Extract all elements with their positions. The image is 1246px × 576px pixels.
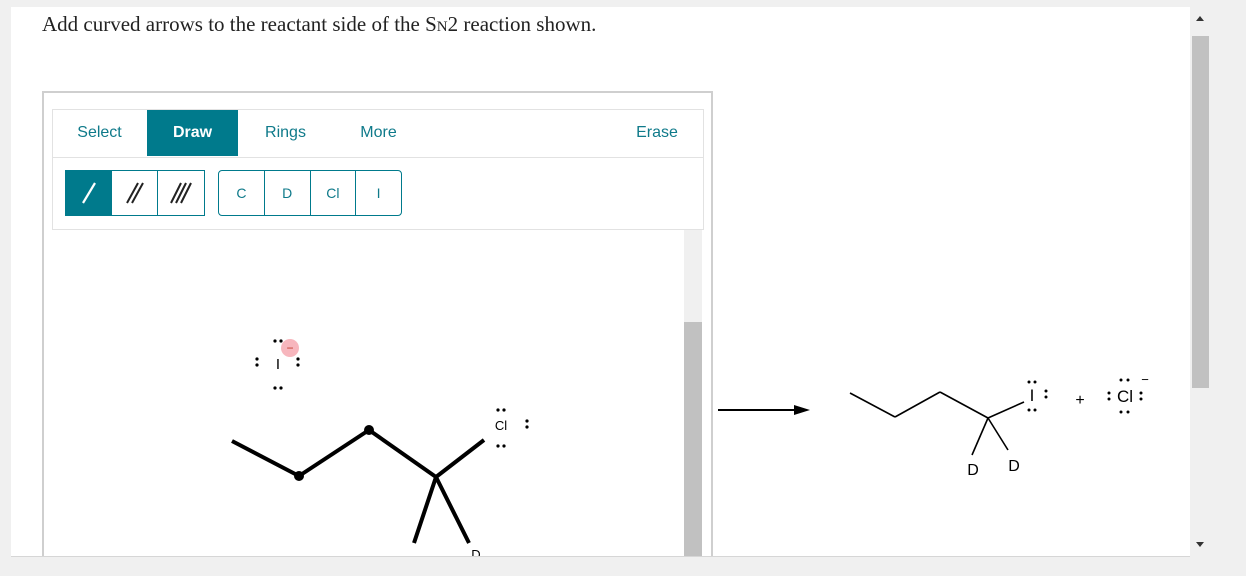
- scroll-up-icon[interactable]: [1196, 16, 1204, 21]
- page-scrollbar[interactable]: [1190, 7, 1211, 556]
- atom-tool-group: C D Cl I: [218, 170, 402, 216]
- tab-select[interactable]: Select: [53, 110, 146, 156]
- chlorine-atom[interactable]: Cl: [495, 418, 507, 433]
- tab-more[interactable]: More: [333, 110, 424, 156]
- bond[interactable]: [434, 476, 471, 544]
- bond[interactable]: [412, 476, 438, 544]
- bond[interactable]: [231, 439, 300, 478]
- triple-bond-button[interactable]: [158, 171, 204, 215]
- double-bond-icon: [125, 182, 144, 204]
- atom-node[interactable]: [294, 471, 304, 481]
- drawing-editor: − I Cl D D Select Draw Rings More Erase …: [42, 91, 713, 557]
- atom-button-c[interactable]: C: [219, 171, 265, 215]
- iodide-atom[interactable]: I: [276, 356, 280, 373]
- page-scrollbar-thumb[interactable]: [1192, 36, 1209, 388]
- toolbar-tabs: Select Draw Rings More Erase: [53, 110, 703, 158]
- triple-bond-icon: [170, 182, 192, 204]
- question-text: Add curved arrows to the reactant side o…: [42, 12, 597, 36]
- atom-button-cl[interactable]: Cl: [311, 171, 357, 215]
- deuterium-atom[interactable]: D: [404, 555, 413, 557]
- bond[interactable]: [367, 428, 438, 479]
- atom-node[interactable]: [364, 425, 374, 435]
- tab-erase[interactable]: Erase: [613, 110, 701, 156]
- tab-rings[interactable]: Rings: [240, 110, 331, 156]
- bond-tool-group: [65, 170, 205, 216]
- tab-draw[interactable]: Draw: [147, 110, 238, 156]
- bond[interactable]: [434, 438, 486, 479]
- deuterium-atom[interactable]: D: [471, 547, 480, 557]
- iodide-charge: −: [286, 341, 293, 355]
- single-bond-button[interactable]: [66, 171, 112, 215]
- question-panel: Add curved arrows to the reactant side o…: [11, 7, 1190, 557]
- atom-button-i[interactable]: I: [356, 171, 401, 215]
- scroll-down-icon[interactable]: [1196, 542, 1204, 547]
- canvas-scrollbar-thumb[interactable]: [684, 322, 702, 556]
- atom-button-d[interactable]: D: [265, 171, 311, 215]
- single-bond-icon: [81, 182, 96, 204]
- double-bond-button[interactable]: [112, 171, 158, 215]
- drawing-toolbar: Select Draw Rings More Erase C D Cl I: [52, 109, 704, 230]
- bond[interactable]: [297, 428, 371, 478]
